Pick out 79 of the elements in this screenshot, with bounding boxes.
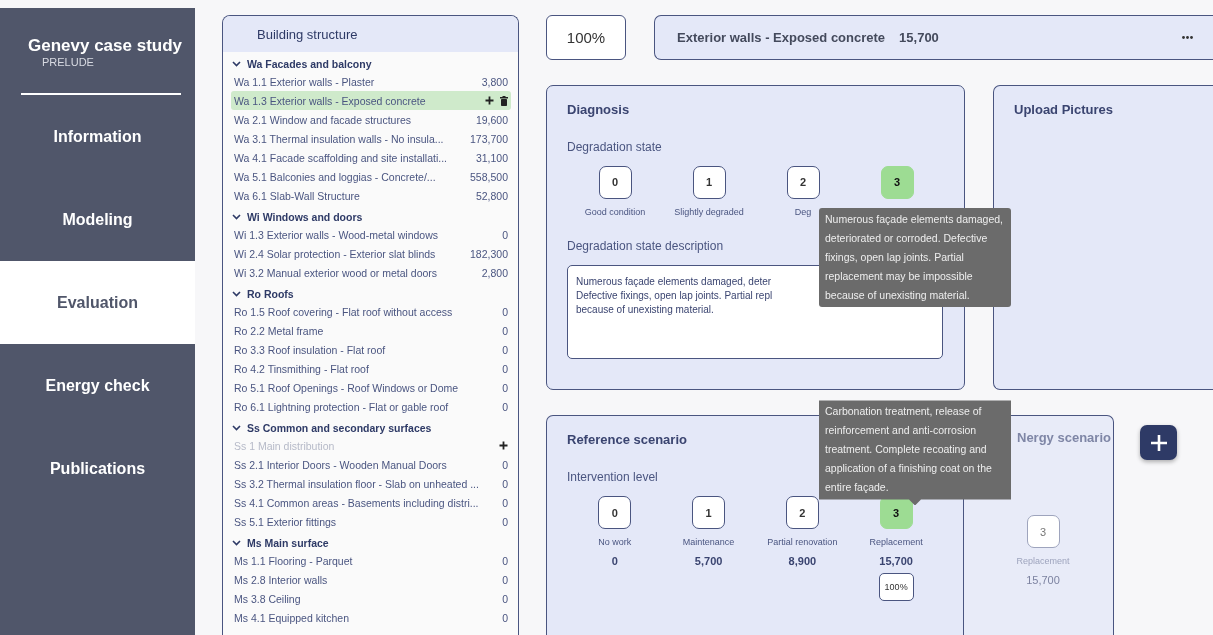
card-title: Reference scenario <box>567 432 687 448</box>
nav-item[interactable]: Energy check <box>0 344 195 427</box>
group-label[interactable]: Wi Windows and doors <box>247 211 363 223</box>
level-option[interactable]: 1 <box>692 496 726 530</box>
tree-item[interactable]: Ms 4.1 Equipped kitchen 0 <box>231 608 511 627</box>
level-option[interactable]: 0 <box>598 496 632 530</box>
option-cost: 5,700 <box>694 555 723 568</box>
tree-item[interactable]: Ro 2.2 Metal frame 0 <box>231 321 511 340</box>
more-icon[interactable] <box>1182 35 1193 39</box>
tree-item[interactable]: Wa 4.1 Facade scaffolding and site installati... 31,100 <box>231 148 511 167</box>
tree-item[interactable]: Wa 6.1 Slab-Wall Structure 52,800 <box>231 186 511 205</box>
add-button[interactable] <box>1140 425 1177 461</box>
option-cost: 15,700 <box>1026 574 1060 587</box>
tree-item[interactable]: Ro 5.1 Roof Openings - Roof Windows or Dome 0 <box>231 378 511 397</box>
panel-title: Building structure <box>257 26 358 42</box>
tree-item[interactable]: Wi 1.3 Exterior walls - Wood-metal windows 0 <box>231 225 511 244</box>
option-label: No work <box>598 537 632 548</box>
tree-item[interactable]: Ss 3.2 Thermal insulation floor - Slab on unheated ... 0 <box>231 474 511 493</box>
nav-item[interactable]: Evaluation <box>0 261 195 344</box>
option-cost: 15,700 <box>879 555 913 568</box>
tree-item[interactable]: Wa 2.1 Window and facade structures 19,600 <box>231 110 511 129</box>
tree-item[interactable]: Ss 4.1 Common areas - Basements including distri... 0 <box>231 493 511 512</box>
option-cost: 8,900 <box>788 555 817 568</box>
tree-item[interactable]: Wi 2.4 Solar protection - Exterior slat blinds 182,300 <box>231 244 511 263</box>
level-option[interactable]: 0 <box>598 165 632 199</box>
tree-item[interactable]: Wa 5.1 Balconies and loggias - Concrete/... 558,500 <box>231 167 511 186</box>
tree-item[interactable]: Ro 1.5 Roof covering - Flat roof without access 0 <box>231 302 511 321</box>
nav-item[interactable]: Modeling <box>0 178 195 261</box>
app-title: Genevy case study <box>28 36 183 56</box>
card-title: Nergy scenario <box>1017 430 1111 446</box>
chevron-icon[interactable] <box>232 540 241 546</box>
chevron-icon[interactable] <box>232 425 241 431</box>
tree-item[interactable]: Ms 3.8 Ceiling 0 <box>231 589 511 608</box>
option-label: Deg <box>794 206 812 217</box>
share-field[interactable]: 100% <box>878 573 914 602</box>
option-label: Good condition <box>584 206 646 217</box>
tooltip: Carbonation treatment, release of reinforcement and anti-corrosion treatment. Complete recoating and application of a finishing coat on the entire façade. <box>819 400 1011 506</box>
chevron-icon[interactable] <box>232 61 241 67</box>
level-option[interactable]: 3 <box>1026 515 1060 549</box>
percent-field[interactable]: 100% <box>546 15 626 60</box>
field-label: Degradation state <box>567 139 662 154</box>
tree-item[interactable]: Wa 1.1 Exterior walls - Plaster 3,800 <box>231 72 511 91</box>
group-label[interactable]: Ms Main surface <box>247 537 329 549</box>
option-cost: 0 <box>611 555 618 568</box>
tree-item[interactable]: Ro 4.2 Tinsmithing - Flat roof 0 <box>231 359 511 378</box>
trash-icon[interactable] <box>500 95 508 106</box>
nav-item[interactable]: Publications <box>0 427 195 510</box>
add-icon[interactable] <box>485 96 494 105</box>
tooltip: Numerous façade elements damaged, deteriorated or corroded. Defective fixings, open lap joints. Partial replacement may be impossible because of unexisting material. <box>819 207 1011 307</box>
option-label: Slightly degraded <box>674 206 744 217</box>
field-label: Degradation state description <box>567 238 724 253</box>
option-label: Replacement <box>869 537 923 548</box>
tree-item[interactable]: Wa 3.1 Thermal insulation walls - No insula... 173,700 <box>231 129 511 148</box>
level-option[interactable]: 1 <box>692 165 726 199</box>
field-label: Intervention level <box>567 470 658 485</box>
tree-item[interactable]: Ro 3.3 Roof insulation - Flat roof 0 <box>231 340 511 359</box>
tree-item[interactable]: Ss 2.1 Interior Doors - Wooden Manual Doors 0 <box>231 455 511 474</box>
level-option[interactable]: 2 <box>785 496 819 530</box>
option-label: Replacement <box>1016 556 1070 567</box>
tree-item[interactable]: Wi 3.2 Manual exterior wood or metal doors 2,800 <box>231 263 511 282</box>
tree-item[interactable]: Ro 6.1 Lightning protection - Flat or gable roof 0 <box>231 397 511 416</box>
group-label[interactable]: Wa Facades and balcony <box>247 58 372 70</box>
nav-item[interactable]: Information <box>0 95 195 178</box>
tree-item[interactable]: Wa 1.3 Exterior walls - Exposed concrete <box>231 91 511 110</box>
chevron-icon[interactable] <box>232 214 241 220</box>
option-label: Maintenance <box>682 537 735 548</box>
group-label[interactable]: Ss Common and secondary surfaces <box>247 422 432 434</box>
tree-item[interactable]: Ss 5.1 Exterior fittings 0 <box>231 512 511 531</box>
chevron-icon[interactable] <box>232 291 241 297</box>
app-subtitle: PRELUDE <box>42 56 94 68</box>
tree-item[interactable]: Ms 2.8 Interior walls 0 <box>231 570 511 589</box>
card-title: Diagnosis <box>567 101 630 117</box>
element-header: Exterior walls - Exposed concrete 15,700 <box>654 15 1213 60</box>
level-option[interactable]: 2 <box>786 165 820 199</box>
group-label[interactable]: Ro Roofs <box>247 288 294 300</box>
option-label: Partial renovation <box>767 537 838 548</box>
card-title: Upload Pictures <box>1014 101 1113 117</box>
level-option[interactable]: 3 <box>880 165 914 199</box>
tree-item[interactable]: Ms 1.1 Flooring - Parquet 0 <box>231 551 511 570</box>
